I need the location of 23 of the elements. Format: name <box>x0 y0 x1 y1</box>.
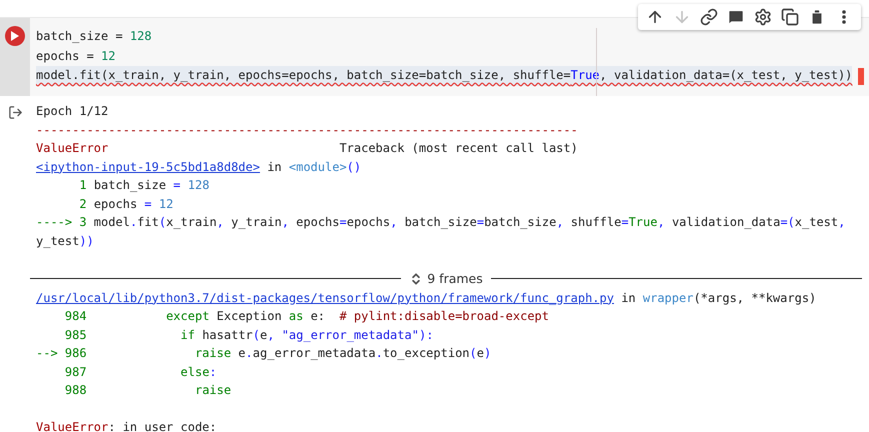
output-line: --------------------------------------------------------------------------- <box>36 122 579 138</box>
output-line: ----> 3 model.fit(x_train, y_train, epochs=epochs, batch_size=batch_size, shuffle=True, validation_data=(x_test, y_test)) <box>36 214 846 250</box>
output-line: 988 raise <box>64 382 232 399</box>
code-text: <module> <box>288 160 347 174</box>
output-line: 2 epochs = 12 <box>78 196 174 212</box>
output-line: ValueError Traceback (most recent call last) <box>36 140 579 157</box>
code-text: () <box>346 160 362 174</box>
output-line: Epoch 1/12 <box>36 103 110 120</box>
output-line: 1 batch_size = 128 <box>78 177 210 194</box>
frames-toggle[interactable]: 9 frames <box>407 271 485 286</box>
file-link[interactable]: <ipython-input-19-5c5bd1a8d8de> <box>36 160 260 174</box>
code-text: in <box>266 160 283 174</box>
code-line: epochs = 12 <box>36 48 116 64</box>
output-line: ValueError: in user code: <box>36 419 218 432</box>
output-line: 987 else: <box>64 364 218 380</box>
output-line: 985 if hasattr(e, "ag_error_metadata"): <box>64 326 434 344</box>
output-line: 984 except Exception as e: # pylint:disable=broad-except <box>64 308 550 325</box>
file-link[interactable]: /usr/local/lib/python3.7/dist-packages/tensorflow/python/framework/func_graph.py <box>36 290 614 304</box>
code-text: in <box>620 290 637 304</box>
code-text: (*args, **kwargs) <box>693 290 816 304</box>
output-line: --> 986 raise e.ag_error_metadata.to_exception(e) <box>36 345 492 362</box>
code-text: wrapper <box>642 290 694 304</box>
code-line: batch_size = 128 <box>36 28 152 45</box>
